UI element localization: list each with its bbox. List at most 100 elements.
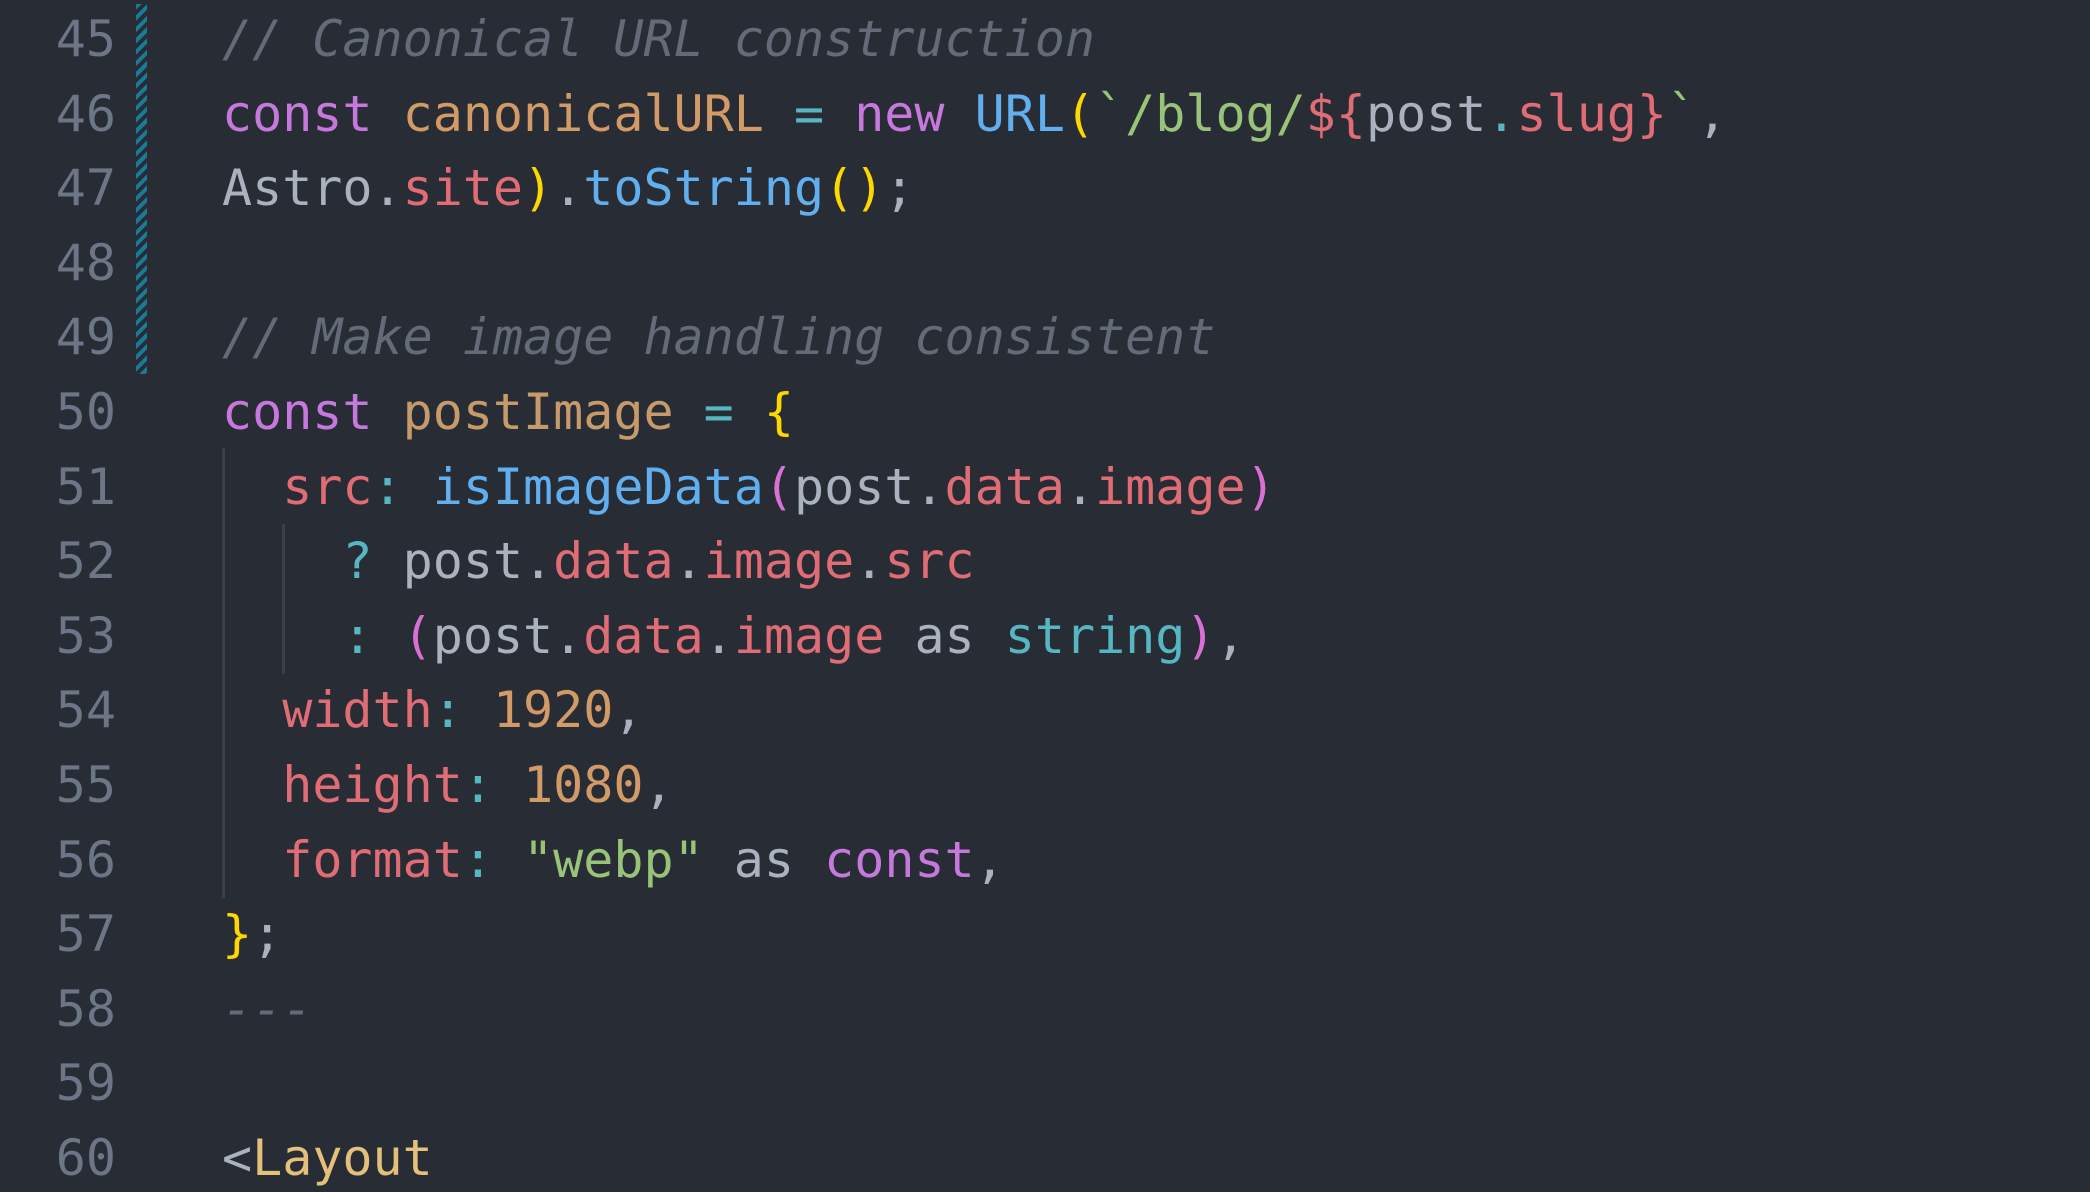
code-text[interactable]: width: 1920, [222, 673, 643, 748]
code-line[interactable]: 60 <Layout [0, 1121, 2090, 1192]
code-token: post [1365, 84, 1487, 143]
code-line[interactable]: 48 [0, 226, 2090, 301]
code-token: . [1486, 84, 1517, 143]
code-editor[interactable]: 45 // Canonical URL construction 46 const c… [0, 0, 2090, 1192]
code-token: slug [1516, 84, 1637, 143]
code-token: // Canonical URL construction [222, 10, 1095, 68]
code-text[interactable]: // Canonical URL construction [222, 2, 1095, 77]
code-token: URL [974, 84, 1065, 143]
code-line[interactable]: 52 ? post.data.image.src [0, 524, 2090, 599]
code-line[interactable]: 53 : (post.data.image as string), [0, 599, 2090, 674]
code-text[interactable]: : (post.data.image as string), [222, 599, 1246, 674]
code-token: data [944, 457, 1065, 516]
code-token: ${ [1305, 84, 1366, 143]
code-token: post [402, 532, 524, 591]
code-token: format [282, 830, 463, 889]
code-token: Layout [252, 1129, 433, 1187]
code-token: canonicalURL [402, 84, 764, 143]
code-text[interactable]: Astro.site).toString(); [222, 151, 914, 226]
code-token: . [914, 457, 945, 516]
code-token: { [763, 383, 794, 441]
code-token: < [222, 1129, 253, 1187]
line-number: 48 [55, 233, 116, 292]
code-token: toString [583, 159, 825, 218]
code-token: ) [1245, 457, 1276, 516]
code-text[interactable]: src: isImageData(post.data.image) [222, 450, 1276, 525]
code-token: Astro [222, 159, 373, 218]
code-token: as [914, 606, 975, 665]
code-token: as [733, 830, 795, 889]
line-number: 58 [55, 979, 116, 1038]
code-line[interactable]: 51 src: isImageData(post.data.image) [0, 450, 2090, 525]
code-token: . [854, 532, 885, 591]
code-token: . [673, 532, 704, 591]
code-line[interactable]: 54 width: 1920, [0, 673, 2090, 748]
code-token: . [553, 606, 584, 665]
code-token: : [372, 457, 403, 516]
code-token: site [402, 159, 524, 218]
line-number: 57 [55, 905, 116, 964]
code-line[interactable]: 45 // Canonical URL construction [0, 2, 2090, 77]
code-text[interactable]: ? post.data.image.src [222, 524, 974, 599]
code-token: . [523, 532, 554, 591]
line-number: 50 [55, 383, 116, 441]
line-number: 51 [55, 457, 116, 516]
code-token: post [432, 606, 554, 665]
code-token: , [1215, 606, 1246, 665]
code-text[interactable]: }; [222, 897, 282, 972]
line-number: 52 [55, 532, 116, 591]
line-number: 59 [55, 1054, 116, 1113]
code-text[interactable]: const postImage = { [222, 375, 794, 450]
code-token: width [282, 681, 433, 740]
code-line[interactable]: 49 // Make image handling consistent [0, 300, 2090, 375]
line-number: 55 [55, 756, 116, 814]
code-token: ( [1064, 84, 1096, 143]
line-number: 46 [55, 84, 116, 143]
code-line[interactable]: 47 Astro.site).toString(); [0, 151, 2090, 226]
code-token: . [1064, 457, 1096, 516]
code-token: image [703, 532, 855, 591]
code-token: ( [402, 606, 433, 665]
code-text[interactable]: height: 1080, [222, 748, 673, 823]
code-token: 1080 [523, 756, 644, 814]
code-token: new [854, 84, 945, 143]
code-text[interactable]: <Layout [222, 1121, 433, 1192]
code-line[interactable]: 58 --- [0, 972, 2090, 1047]
code-token: } [1636, 84, 1668, 143]
code-token: src [282, 457, 373, 516]
code-text[interactable]: // Make image handling consistent [222, 300, 1215, 375]
code-token: ( [763, 457, 794, 516]
code-text[interactable]: --- [222, 972, 312, 1047]
line-number: 47 [55, 159, 116, 218]
code-token: } [222, 905, 253, 964]
code-token: height [282, 756, 463, 814]
code-token: data [583, 606, 704, 665]
code-text[interactable]: format: "webp" as const, [222, 823, 1005, 898]
code-line[interactable]: 56 format: "webp" as const, [0, 823, 2090, 898]
code-token: isImageData [432, 457, 764, 516]
code-line[interactable]: 59 [0, 1046, 2090, 1121]
code-line[interactable]: 55 height: 1080, [0, 748, 2090, 823]
code-token: image [1095, 457, 1246, 516]
code-text[interactable]: const canonicalURL = new URL(`/blog/${po… [222, 77, 1727, 152]
code-line[interactable]: 50 const postImage = { [0, 375, 2090, 450]
line-number: 60 [55, 1129, 116, 1187]
code-line[interactable]: 46 const canonicalURL = new URL(`/blog/${… [0, 77, 2090, 152]
code-token: const [222, 84, 373, 143]
code-line[interactable]: 57}; [0, 897, 2090, 972]
code-token: ; [252, 905, 283, 964]
code-token: , [974, 830, 1005, 889]
code-token: = [703, 383, 734, 441]
